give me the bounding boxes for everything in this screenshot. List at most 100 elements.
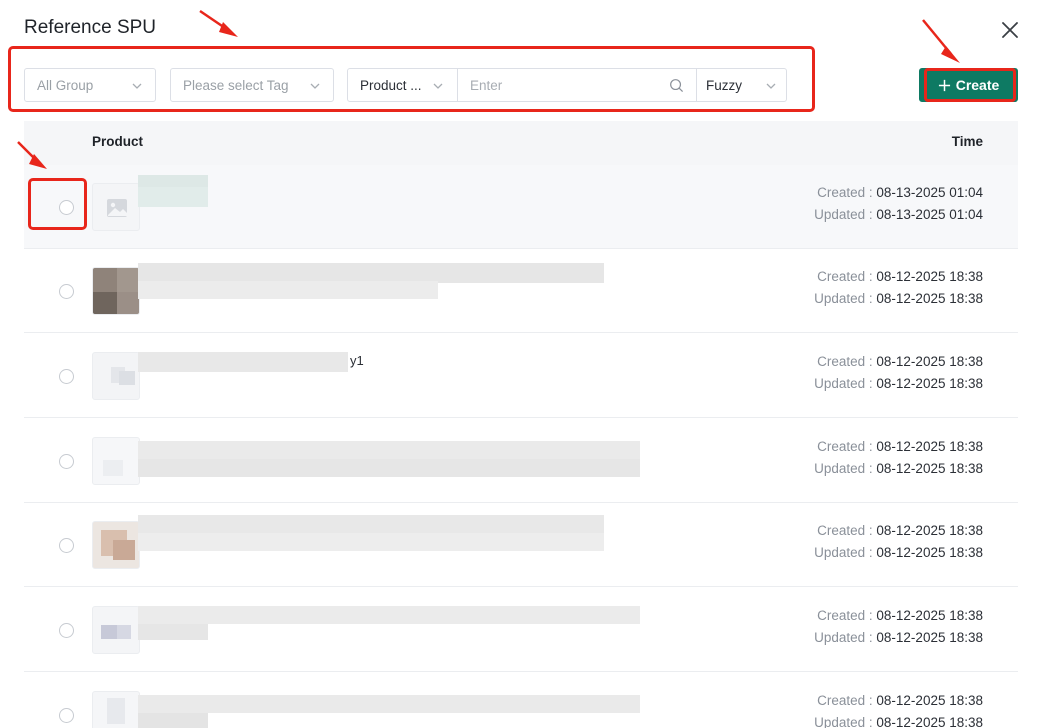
updated-line: Updated : 08-12-2025 18:38 <box>814 288 983 310</box>
row-times: Created : 08-12-2025 18:38 Updated : 08-1… <box>814 690 983 728</box>
updated-line: Updated : 08-12-2025 18:38 <box>814 542 983 564</box>
updated-line: Updated : 08-12-2025 18:38 <box>814 373 983 395</box>
updated-time: 08-12-2025 18:38 <box>876 376 983 391</box>
thumbnail-pixel <box>117 292 139 314</box>
thumbnail-pixel <box>107 698 125 724</box>
row-radio[interactable] <box>59 708 74 723</box>
thumbnail-pixel <box>103 460 123 476</box>
updated-line: Updated : 08-12-2025 18:38 <box>814 458 983 480</box>
table-row[interactable]: Created : 08-12-2025 18:38 Updated : 08-1… <box>24 249 1018 333</box>
row-radio[interactable] <box>59 284 74 299</box>
created-line: Created : 08-12-2025 18:38 <box>814 351 983 373</box>
updated-label: Updated : <box>814 461 877 476</box>
created-line: Created : 08-12-2025 18:38 <box>814 690 983 712</box>
created-line: Created : 08-13-2025 01:04 <box>814 182 983 204</box>
product-name-redacted <box>138 713 208 728</box>
thumbnail-pixel <box>93 292 117 314</box>
product-thumbnail <box>92 267 140 315</box>
product-name-redacted <box>138 515 604 535</box>
product-name-redacted <box>138 281 438 299</box>
created-label: Created : <box>817 693 877 708</box>
created-line: Created : 08-12-2025 18:38 <box>814 520 983 542</box>
search-input[interactable] <box>470 77 650 93</box>
thumbnail-pixel <box>113 540 135 560</box>
created-time: 08-12-2025 18:38 <box>876 354 983 369</box>
updated-label: Updated : <box>814 376 877 391</box>
radio-annotation-box <box>28 178 87 230</box>
updated-time: 08-12-2025 18:38 <box>876 461 983 476</box>
product-thumbnail <box>92 606 140 654</box>
search-field-label: Product ... <box>360 77 422 93</box>
updated-line: Updated : 08-13-2025 01:04 <box>814 204 983 226</box>
chevron-down-icon <box>310 83 320 89</box>
thumbnail-pixel <box>101 625 117 639</box>
created-label: Created : <box>817 608 877 623</box>
updated-line: Updated : 08-12-2025 18:38 <box>814 627 983 649</box>
tag-select-placeholder: Please select Tag <box>183 77 289 93</box>
product-thumbnail <box>92 352 140 400</box>
created-time: 08-13-2025 01:04 <box>876 185 983 200</box>
tag-select[interactable]: Please select Tag <box>170 68 334 102</box>
table-row[interactable]: Created : 08-12-2025 18:38 Updated : 08-1… <box>24 588 1018 672</box>
match-mode-label: Fuzzy <box>706 77 743 93</box>
table-row[interactable]: Created : 08-12-2025 18:38 Updated : 08-1… <box>24 673 1018 728</box>
table-header: Product Time <box>24 121 1018 165</box>
updated-time: 08-12-2025 18:38 <box>876 291 983 306</box>
created-line: Created : 08-12-2025 18:38 <box>814 605 983 627</box>
thumbnail-pixel <box>119 371 135 385</box>
table-row[interactable]: y1 Created : 08-12-2025 18:38 Updated : 08… <box>24 334 1018 418</box>
chevron-down-icon <box>132 83 142 89</box>
close-button[interactable] <box>998 18 1022 42</box>
row-radio[interactable] <box>59 369 74 384</box>
annotation-arrow <box>922 19 960 63</box>
thumbnail-pixel <box>117 625 131 639</box>
close-icon <box>1002 22 1018 38</box>
table-row[interactable]: Created : 08-12-2025 18:38 Updated : 08-1… <box>24 503 1018 587</box>
row-times: Created : 08-12-2025 18:38 Updated : 08-1… <box>814 605 983 649</box>
annotation-arrow <box>17 141 47 169</box>
row-radio[interactable] <box>59 538 74 553</box>
search-combo: Product ... Fuzzy <box>347 68 787 102</box>
table-row[interactable]: Created : 08-13-2025 01:04 Updated : 08-1… <box>24 165 1018 249</box>
created-line: Created : 08-12-2025 18:38 <box>814 266 983 288</box>
product-name-redacted <box>138 352 348 372</box>
row-times: Created : 08-12-2025 18:38 Updated : 08-1… <box>814 351 983 395</box>
product-thumbnail <box>92 691 140 728</box>
created-time: 08-12-2025 18:38 <box>876 439 983 454</box>
created-label: Created : <box>817 269 877 284</box>
product-name-fragment: y1 <box>350 353 364 368</box>
create-annotation-box <box>924 68 1016 102</box>
updated-label: Updated : <box>814 630 877 645</box>
updated-label: Updated : <box>814 291 877 306</box>
group-select[interactable]: All Group <box>24 68 156 102</box>
search-icon[interactable] <box>669 78 684 93</box>
thumbnail-pixel <box>93 268 117 292</box>
updated-time: 08-12-2025 18:38 <box>876 630 983 645</box>
updated-time: 08-12-2025 18:38 <box>876 545 983 560</box>
created-time: 08-12-2025 18:38 <box>876 608 983 623</box>
row-radio[interactable] <box>59 623 74 638</box>
column-header-time: Time <box>951 134 983 149</box>
page-title: Reference SPU <box>24 17 157 38</box>
product-thumbnail <box>92 521 140 569</box>
match-mode-select[interactable]: Fuzzy <box>697 69 786 101</box>
created-time: 08-12-2025 18:38 <box>876 269 983 284</box>
row-times: Created : 08-13-2025 01:04 Updated : 08-1… <box>814 182 983 226</box>
column-header-product: Product <box>92 134 144 149</box>
created-line: Created : 08-12-2025 18:38 <box>814 436 983 458</box>
created-time: 08-12-2025 18:38 <box>876 693 983 708</box>
created-label: Created : <box>817 185 877 200</box>
thumbnail-pixel <box>117 268 139 292</box>
created-label: Created : <box>817 523 877 538</box>
updated-time: 08-12-2025 18:38 <box>876 715 983 728</box>
image-placeholder-icon <box>107 199 127 217</box>
search-field-select[interactable]: Product ... <box>348 69 458 101</box>
row-radio[interactable] <box>59 454 74 469</box>
group-select-placeholder: All Group <box>37 77 94 93</box>
product-name-redacted <box>138 533 604 551</box>
product-name-redacted <box>138 695 640 713</box>
chevron-down-icon <box>766 83 776 89</box>
table-row[interactable]: Created : 08-12-2025 18:38 Updated : 08-1… <box>24 419 1018 503</box>
product-name-redacted <box>138 441 640 461</box>
created-time: 08-12-2025 18:38 <box>876 523 983 538</box>
